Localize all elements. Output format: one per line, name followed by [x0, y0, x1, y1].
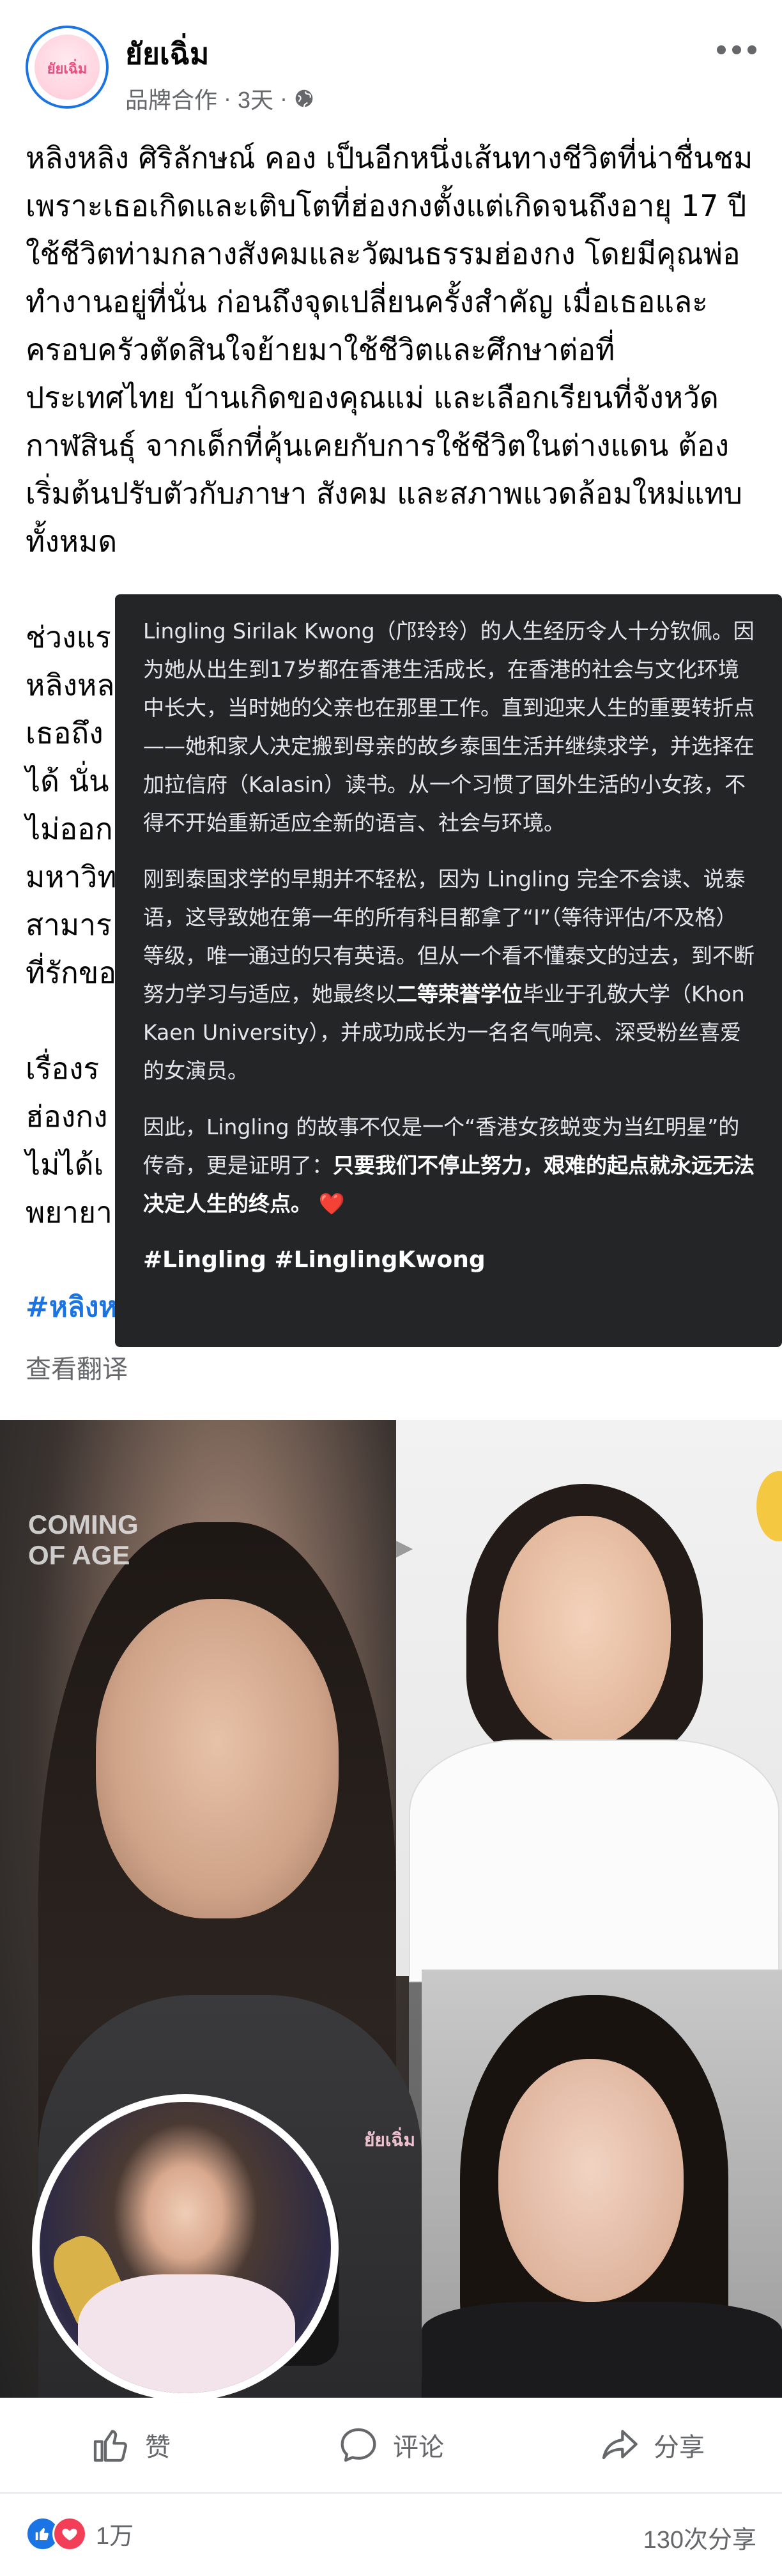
photo-watermark: ยัยเฉิ่ม — [364, 2129, 415, 2150]
post-time[interactable]: 3天 — [238, 82, 273, 115]
photo-shirt-shape — [409, 1739, 779, 1982]
comment-icon — [341, 2428, 376, 2462]
share-button[interactable]: 分享 — [521, 2425, 782, 2465]
post-stats: 1万 130次分享 — [0, 2495, 782, 2576]
post-photo[interactable]: COMING OF AGE ▶ ยัยเฉิ่ม — [0, 1420, 782, 2398]
overlay-line-1: COMING — [28, 1509, 139, 1539]
avatar-logo-text: ยัยเฉิ่ม — [47, 61, 88, 77]
play-icon: ▶ — [396, 1536, 413, 1560]
inset-dress-shape — [78, 2274, 295, 2393]
photo-face-shape — [96, 1599, 339, 1918]
page-name[interactable]: ยัยเฉิ่ม — [125, 31, 209, 77]
translation-popup: Lingling Sirilak Kwong（邝玲玲）的人生经历令人十分钦佩。因… — [115, 594, 782, 1347]
photo-right-top-panel — [396, 1420, 782, 1982]
translation-paragraph-1: Lingling Sirilak Kwong（邝玲玲）的人生经历令人十分钦佩。因… — [143, 619, 755, 835]
share-count[interactable]: 130次分享 — [643, 2520, 756, 2555]
comment-label: 评论 — [393, 2433, 444, 2462]
more-dot — [747, 45, 756, 54]
translation-bold-text: 二等荣誉学位 — [396, 982, 523, 1006]
translation-hashtags[interactable]: #Lingling #LinglingKwong — [143, 1241, 756, 1279]
translation-paragraph-3: 因此，Lingling 的故事不仅是一个“香港女孩蜕变为当红明星”的传奇，更是证… — [143, 1108, 756, 1223]
post-header: ยัยเฉิ่ม ยัยเฉิ่ม 品牌合作 · 3天 · — [0, 0, 782, 115]
more-options-button[interactable] — [705, 37, 756, 63]
reactions-summary[interactable]: 1万 — [26, 2516, 134, 2551]
page-avatar[interactable]: ยัยเฉิ่ม — [26, 26, 109, 109]
photo-right-bottom-panel — [422, 1970, 782, 2398]
post-text-paragraph-1: หลิงหลิง ศิริลักษณ์ คอง เป็นอีกหนึ่งเส้น… — [26, 141, 753, 559]
photo-inset-circle — [32, 2094, 339, 2398]
inset-image — [40, 2102, 331, 2393]
post-meta: 品牌合作 · 3天 · — [125, 82, 314, 115]
photo-coat-shape — [422, 2302, 782, 2398]
more-dot — [717, 45, 726, 54]
see-translation-link[interactable]: 查看翻译 — [26, 1348, 128, 1385]
share-icon — [602, 2430, 638, 2460]
overlay-line-2: OF AGE — [28, 1540, 130, 1570]
thumbs-up-icon — [93, 2430, 127, 2462]
photo-face-shape — [498, 2059, 684, 2302]
share-label: 分享 — [654, 2433, 705, 2462]
photo-overlay-title: COMING OF AGE — [28, 1509, 139, 1571]
meta-separator: · — [224, 85, 232, 111]
translation-paragraph-2: 刚到泰国求学的早期并不轻松，因为 Lingling 完全不会读、说泰语，这导致她… — [143, 860, 756, 1090]
more-dot — [732, 45, 741, 54]
avatar-image: ยัยเฉิ่ม — [34, 35, 100, 100]
meta-separator: · — [280, 85, 288, 111]
hashtag-link[interactable]: #หลิงห — [26, 1284, 117, 1329]
like-label: 赞 — [145, 2433, 171, 2462]
partnership-label[interactable]: 品牌合作 — [125, 82, 217, 115]
photo-face-shape — [498, 1516, 671, 1746]
comment-button[interactable]: 评论 — [261, 2425, 521, 2465]
post-action-bar: 赞 评论 分享 — [0, 2398, 782, 2494]
like-button[interactable]: 赞 — [0, 2425, 261, 2465]
globe-icon — [295, 89, 313, 107]
reaction-count: 1万 — [96, 2523, 134, 2550]
heart-icon: ❤️ — [318, 1191, 345, 1216]
love-reaction-icon — [52, 2516, 87, 2551]
